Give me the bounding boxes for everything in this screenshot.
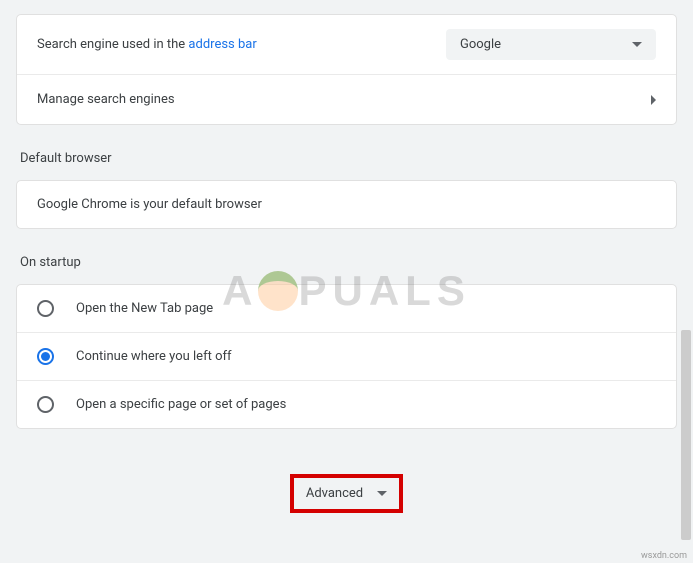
search-engine-label: Search engine used in the address bar bbox=[37, 37, 257, 52]
advanced-button[interactable]: Advanced bbox=[290, 474, 403, 513]
default-browser-text: Google Chrome is your default browser bbox=[17, 181, 676, 228]
manage-search-engines-label: Manage search engines bbox=[37, 92, 175, 107]
radio-icon bbox=[37, 348, 54, 365]
search-engine-select[interactable]: Google bbox=[446, 29, 656, 60]
on-startup-heading: On startup bbox=[20, 255, 673, 270]
startup-option-label: Open a specific page or set of pages bbox=[76, 397, 286, 412]
startup-option-label: Continue where you left off bbox=[76, 349, 232, 364]
chevron-down-icon bbox=[377, 491, 387, 496]
footer-credit: wsxdn.com bbox=[641, 551, 687, 561]
radio-icon bbox=[37, 300, 54, 317]
search-engine-card: Search engine used in the address bar Go… bbox=[16, 14, 677, 125]
default-browser-heading: Default browser bbox=[20, 151, 673, 166]
startup-option-new-tab[interactable]: Open the New Tab page bbox=[17, 285, 676, 332]
chevron-right-icon bbox=[651, 95, 656, 105]
radio-selected-dot bbox=[41, 352, 50, 361]
startup-option-label: Open the New Tab page bbox=[76, 301, 213, 316]
advanced-button-label: Advanced bbox=[306, 486, 363, 501]
startup-option-specific-page[interactable]: Open a specific page or set of pages bbox=[17, 380, 676, 428]
search-engine-selected-value: Google bbox=[460, 37, 501, 52]
manage-search-engines-row[interactable]: Manage search engines bbox=[17, 74, 676, 124]
chevron-down-icon bbox=[632, 42, 642, 47]
address-bar-link[interactable]: address bar bbox=[188, 37, 256, 52]
default-browser-card: Google Chrome is your default browser bbox=[16, 180, 677, 229]
search-engine-label-text: Search engine used in the bbox=[37, 37, 188, 52]
startup-option-continue[interactable]: Continue where you left off bbox=[17, 332, 676, 380]
advanced-button-wrap: Advanced bbox=[16, 474, 677, 513]
scrollbar[interactable] bbox=[681, 330, 691, 540]
radio-icon bbox=[37, 396, 54, 413]
search-engine-row: Search engine used in the address bar Go… bbox=[17, 15, 676, 74]
startup-card: Open the New Tab page Continue where you… bbox=[16, 284, 677, 429]
